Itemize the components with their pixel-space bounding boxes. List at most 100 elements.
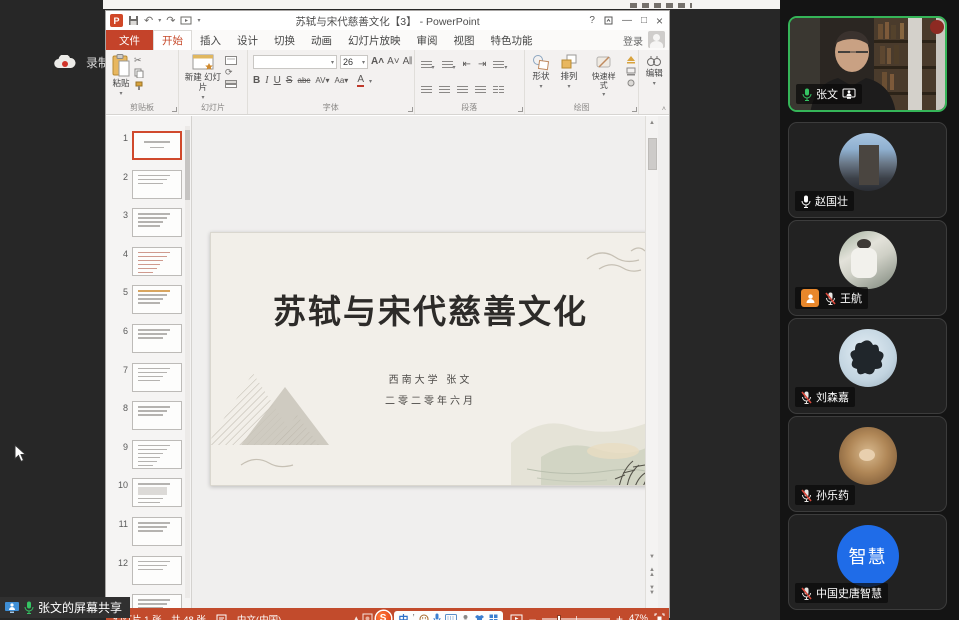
tab-animations[interactable]: 动画 bbox=[303, 30, 340, 50]
participant-tile-liusenjia[interactable]: 刘森嘉 bbox=[788, 318, 947, 414]
participant-tile-wanghang[interactable]: 王航 bbox=[788, 220, 947, 316]
current-slide[interactable]: 苏轼与宋代慈善文化 西南大学 张文 二零二零年六月 bbox=[210, 232, 651, 486]
text-shadow-button[interactable]: abc bbox=[298, 77, 311, 85]
tab-slideshow[interactable]: 幻灯片放映 bbox=[340, 30, 409, 50]
tab-view[interactable]: 视图 bbox=[446, 30, 483, 50]
scroll-up-icon[interactable]: ▲ bbox=[646, 118, 658, 128]
increase-indent-icon[interactable]: ⇥ bbox=[478, 60, 486, 70]
drawing-dialog-launcher[interactable] bbox=[632, 107, 637, 112]
close-button[interactable]: × bbox=[656, 14, 663, 28]
slide-thumbnail-5[interactable]: 5 bbox=[106, 285, 191, 315]
bold-button[interactable]: B bbox=[253, 76, 260, 86]
fit-slide-to-window-icon[interactable] bbox=[654, 613, 665, 620]
arrange-button[interactable]: 排列 ▾ bbox=[557, 53, 581, 99]
format-painter-icon[interactable] bbox=[134, 81, 144, 91]
tray-icon-2[interactable] bbox=[362, 613, 373, 620]
align-center-icon[interactable] bbox=[439, 86, 450, 94]
align-right-icon[interactable] bbox=[457, 86, 468, 94]
numbering-icon[interactable]: ▾ bbox=[442, 56, 456, 74]
thumbnail-preview[interactable] bbox=[132, 131, 182, 160]
slide-thumbnail-2[interactable]: 2 bbox=[106, 170, 191, 200]
tab-home[interactable]: 开始 bbox=[153, 30, 192, 50]
notes-icon[interactable] bbox=[216, 614, 227, 620]
participant-tile-zhihui[interactable]: 智慧 中国史唐智慧 bbox=[788, 514, 947, 610]
participant-tile-zhaoguozhuang[interactable]: 赵国壮 bbox=[788, 122, 947, 218]
slide-thumbnail-6[interactable]: 6 bbox=[106, 324, 191, 354]
next-slide-button[interactable]: ▼▼ bbox=[646, 586, 658, 596]
participant-tile-sunleyao[interactable]: 孙乐药 bbox=[788, 416, 947, 512]
clear-formatting-icon[interactable]: A𝄂 bbox=[403, 57, 412, 67]
zoom-in-button[interactable]: + bbox=[616, 612, 623, 620]
underline-button[interactable]: U bbox=[274, 76, 281, 86]
thumbnail-preview[interactable] bbox=[132, 478, 182, 507]
collapse-ribbon-icon[interactable]: ˄ bbox=[662, 106, 666, 113]
tab-review[interactable]: 审阅 bbox=[409, 30, 446, 50]
justify-icon[interactable] bbox=[475, 86, 486, 94]
minimize-button[interactable]: — bbox=[622, 15, 632, 26]
scroll-down-icon[interactable]: ▼ bbox=[646, 552, 658, 562]
slide-thumbnail-4[interactable]: 4 bbox=[106, 247, 191, 277]
grow-font-icon[interactable]: A˄ bbox=[371, 57, 384, 67]
strikethrough-button[interactable]: S bbox=[286, 76, 293, 86]
canvas-scrollbar[interactable]: ▲ ▼ ▲▲ ▼▼ bbox=[645, 116, 658, 608]
shape-fill-icon[interactable] bbox=[626, 55, 636, 64]
restore-button[interactable]: □ bbox=[641, 15, 647, 26]
thumbnail-preview[interactable] bbox=[132, 208, 182, 237]
ime-punctuation[interactable]: ’ bbox=[413, 613, 415, 620]
thumbnail-preview[interactable] bbox=[132, 556, 182, 585]
thumbnail-preview[interactable] bbox=[132, 324, 182, 353]
ime-toolbox-icon[interactable] bbox=[489, 614, 498, 620]
zoom-percentage[interactable]: 47% bbox=[629, 613, 648, 620]
participant-tile-zhangwen[interactable]: 张文 bbox=[788, 16, 947, 112]
section-icon[interactable] bbox=[225, 80, 237, 88]
quick-styles-button[interactable]: 快速样式 ▾ bbox=[585, 53, 622, 99]
slide-thumbnail-9[interactable]: 9 bbox=[106, 440, 191, 470]
font-name-combobox[interactable]: ▾ bbox=[253, 55, 337, 69]
slide-thumbnail-12[interactable]: 12 bbox=[106, 556, 191, 586]
font-color-button[interactable]: A bbox=[357, 75, 364, 87]
decrease-indent-icon[interactable]: ⇤ bbox=[463, 60, 471, 70]
new-slide-button[interactable]: 新建 幻灯片 ▾ bbox=[181, 53, 225, 102]
cut-icon[interactable]: ✂ bbox=[134, 56, 144, 65]
ime-voice-icon[interactable] bbox=[433, 613, 441, 620]
ime-emoji-icon[interactable] bbox=[419, 614, 429, 620]
tab-file[interactable]: 文件 bbox=[106, 30, 153, 50]
tab-transitions[interactable]: 切换 bbox=[266, 30, 303, 50]
bullets-icon[interactable]: ▾ bbox=[421, 56, 435, 74]
thumbnail-preview[interactable] bbox=[132, 401, 182, 430]
clipboard-dialog-launcher[interactable] bbox=[172, 107, 177, 112]
shape-effects-icon[interactable] bbox=[626, 79, 636, 88]
shape-outline-icon[interactable] bbox=[626, 67, 636, 76]
slideshow-view-icon[interactable] bbox=[510, 614, 523, 620]
tab-design[interactable]: 设计 bbox=[229, 30, 266, 50]
sign-in-link[interactable]: 登录 bbox=[623, 33, 643, 48]
account-avatar[interactable] bbox=[648, 31, 665, 48]
zoom-slider[interactable] bbox=[542, 618, 610, 620]
previous-slide-button[interactable]: ▲▲ bbox=[646, 568, 658, 578]
thumbnail-preview[interactable] bbox=[132, 247, 182, 276]
font-dialog-launcher[interactable] bbox=[408, 107, 413, 112]
paste-dropdown-icon[interactable]: ▾ bbox=[119, 90, 122, 97]
thumbnail-preview[interactable] bbox=[132, 170, 182, 199]
thumbnail-preview[interactable] bbox=[132, 363, 182, 392]
font-color-dropdown-icon[interactable]: ▾ bbox=[369, 78, 372, 85]
align-left-icon[interactable] bbox=[421, 86, 432, 94]
screen-share-indicator[interactable]: 张文的屏幕共享 bbox=[0, 597, 130, 618]
paste-button[interactable]: 粘贴 ▾ bbox=[108, 53, 134, 98]
slide-thumbnail-3[interactable]: 3 bbox=[106, 208, 191, 238]
tray-icon-1[interactable]: ▴ bbox=[354, 613, 359, 620]
slide-thumbnail-panel[interactable]: 12345678910111213 bbox=[106, 116, 192, 608]
layout-icon[interactable] bbox=[225, 56, 237, 65]
slide-thumbnail-7[interactable]: 7 bbox=[106, 363, 191, 393]
ribbon-display-options-icon[interactable] bbox=[604, 16, 613, 25]
help-button[interactable]: ? bbox=[589, 15, 595, 26]
ime-person-icon[interactable] bbox=[461, 614, 470, 620]
change-case-button[interactable]: Aa▾ bbox=[335, 77, 349, 85]
thumbnail-preview[interactable] bbox=[132, 440, 182, 469]
zoom-slider-thumb[interactable] bbox=[557, 615, 561, 620]
sogou-logo-icon[interactable]: S bbox=[376, 611, 391, 620]
thumbnail-preview[interactable] bbox=[132, 285, 182, 314]
columns-icon[interactable] bbox=[493, 81, 504, 99]
language-status[interactable]: 中文(中国) bbox=[237, 612, 281, 620]
tab-special-features[interactable]: 特色功能 bbox=[483, 30, 541, 50]
